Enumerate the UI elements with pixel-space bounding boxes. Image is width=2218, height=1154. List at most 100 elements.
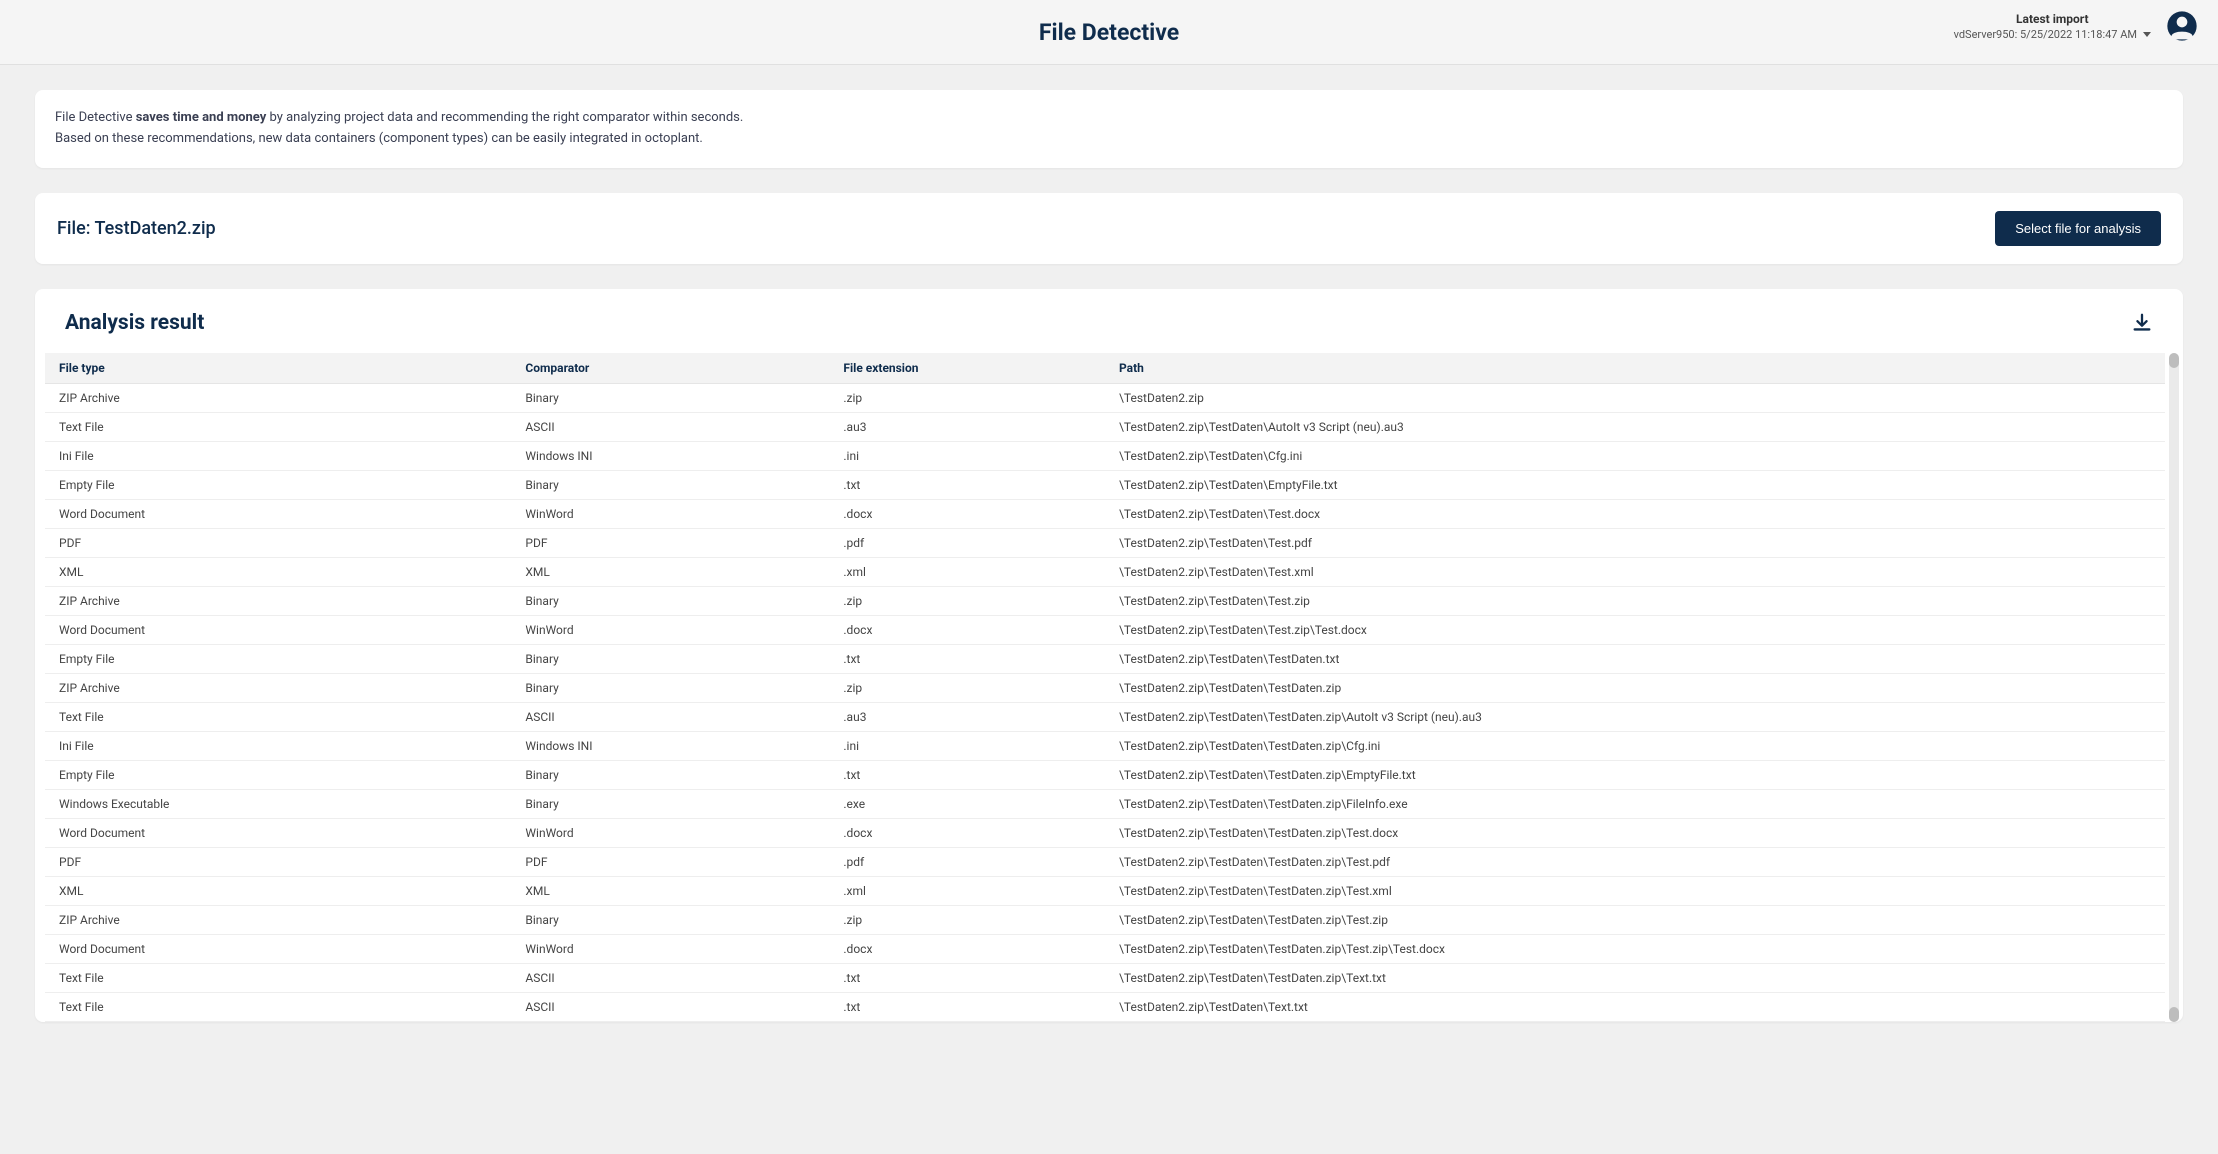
table-row[interactable]: XMLXML.xml\TestDaten2.zip\TestDaten\Test… — [45, 876, 2165, 905]
cell-file-extension: .pdf — [829, 847, 1105, 876]
file-card: File: TestDaten2.zip Select file for ana… — [35, 193, 2183, 264]
cell-comparator: ASCII — [511, 992, 829, 1021]
table-row[interactable]: ZIP ArchiveBinary.zip\TestDaten2.zip — [45, 383, 2165, 412]
import-info: Latest import vdServer950: 5/25/2022 11:… — [1954, 12, 2151, 41]
cell-file-extension: .xml — [829, 876, 1105, 905]
cell-comparator: ASCII — [511, 963, 829, 992]
cell-file-extension: .au3 — [829, 702, 1105, 731]
import-detail-text: vdServer950: 5/25/2022 11:18:47 AM — [1954, 28, 2137, 41]
cell-path: \TestDaten2.zip\TestDaten\TestDaten.zip\… — [1105, 789, 2165, 818]
cell-file-extension: .pdf — [829, 528, 1105, 557]
cell-file-extension: .docx — [829, 934, 1105, 963]
scrollbar-track[interactable] — [2169, 353, 2179, 1022]
cell-comparator: WinWord — [511, 615, 829, 644]
import-detail-dropdown[interactable]: vdServer950: 5/25/2022 11:18:47 AM — [1954, 28, 2151, 41]
cell-file-extension: .ini — [829, 731, 1105, 760]
import-label: Latest import — [1954, 12, 2151, 26]
table-row[interactable]: Word DocumentWinWord.docx\TestDaten2.zip… — [45, 934, 2165, 963]
cell-path: \TestDaten2.zip\TestDaten\TestDaten.zip\… — [1105, 847, 2165, 876]
cell-file-type: PDF — [45, 847, 511, 876]
table-row[interactable]: PDFPDF.pdf\TestDaten2.zip\TestDaten\Test… — [45, 847, 2165, 876]
table-row[interactable]: Ini FileWindows INI.ini\TestDaten2.zip\T… — [45, 731, 2165, 760]
cell-path: \TestDaten2.zip\TestDaten\TestDaten.zip\… — [1105, 702, 2165, 731]
cell-path: \TestDaten2.zip\TestDaten\TestDaten.zip\… — [1105, 818, 2165, 847]
cell-file-type: Text File — [45, 963, 511, 992]
cell-file-extension: .txt — [829, 963, 1105, 992]
cell-file-extension: .txt — [829, 992, 1105, 1021]
cell-comparator: WinWord — [511, 934, 829, 963]
cell-comparator: Binary — [511, 470, 829, 499]
cell-file-extension: .docx — [829, 818, 1105, 847]
table-wrap: File type Comparator File extension Path… — [45, 353, 2173, 1022]
table-row[interactable]: Text FileASCII.au3\TestDaten2.zip\TestDa… — [45, 412, 2165, 441]
result-title: Analysis result — [65, 311, 204, 335]
cell-file-extension: .exe — [829, 789, 1105, 818]
cell-path: \TestDaten2.zip\TestDaten\TestDaten.txt — [1105, 644, 2165, 673]
cell-comparator: ASCII — [511, 702, 829, 731]
scrollbar-thumb[interactable] — [2169, 1007, 2179, 1022]
cell-path: \TestDaten2.zip\TestDaten\TestDaten.zip\… — [1105, 760, 2165, 789]
cell-file-type: Word Document — [45, 499, 511, 528]
cell-file-type: Empty File — [45, 470, 511, 499]
cell-comparator: Windows INI — [511, 441, 829, 470]
table-row[interactable]: Word DocumentWinWord.docx\TestDaten2.zip… — [45, 818, 2165, 847]
cell-path: \TestDaten2.zip\TestDaten\Test.xml — [1105, 557, 2165, 586]
table-row[interactable]: Ini FileWindows INI.ini\TestDaten2.zip\T… — [45, 441, 2165, 470]
cell-file-type: Empty File — [45, 760, 511, 789]
table-row[interactable]: ZIP ArchiveBinary.zip\TestDaten2.zip\Tes… — [45, 905, 2165, 934]
cell-path: \TestDaten2.zip\TestDaten\Test.docx — [1105, 499, 2165, 528]
table-row[interactable]: Text FileASCII.au3\TestDaten2.zip\TestDa… — [45, 702, 2165, 731]
table-row[interactable]: Word DocumentWinWord.docx\TestDaten2.zip… — [45, 615, 2165, 644]
cell-comparator: Binary — [511, 586, 829, 615]
col-header-path[interactable]: Path — [1105, 353, 2165, 384]
intro-line1: File Detective saves time and money by a… — [55, 108, 2163, 129]
cell-comparator: WinWord — [511, 499, 829, 528]
cell-file-type: ZIP Archive — [45, 673, 511, 702]
cell-comparator: PDF — [511, 847, 829, 876]
cell-path: \TestDaten2.zip\TestDaten\TestDaten.zip — [1105, 673, 2165, 702]
intro-prefix: File Detective — [55, 110, 136, 125]
col-header-file-type[interactable]: File type — [45, 353, 511, 384]
cell-file-extension: .zip — [829, 673, 1105, 702]
cell-comparator: Binary — [511, 383, 829, 412]
table-row[interactable]: Text FileASCII.txt\TestDaten2.zip\TestDa… — [45, 992, 2165, 1021]
cell-file-extension: .zip — [829, 586, 1105, 615]
table-row[interactable]: Empty FileBinary.txt\TestDaten2.zip\Test… — [45, 644, 2165, 673]
cell-file-extension: .txt — [829, 760, 1105, 789]
cell-file-extension: .zip — [829, 905, 1105, 934]
table-row[interactable]: ZIP ArchiveBinary.zip\TestDaten2.zip\Tes… — [45, 586, 2165, 615]
cell-path: \TestDaten2.zip\TestDaten\TestDaten.zip\… — [1105, 934, 2165, 963]
cell-file-type: Word Document — [45, 934, 511, 963]
cell-file-extension: .docx — [829, 615, 1105, 644]
user-avatar-icon[interactable] — [2166, 10, 2198, 42]
cell-file-extension: .zip — [829, 383, 1105, 412]
cell-comparator: Binary — [511, 905, 829, 934]
table-row[interactable]: ZIP ArchiveBinary.zip\TestDaten2.zip\Tes… — [45, 673, 2165, 702]
header-right: Latest import vdServer950: 5/25/2022 11:… — [1954, 10, 2198, 42]
table-row[interactable]: Word DocumentWinWord.docx\TestDaten2.zip… — [45, 499, 2165, 528]
table-row[interactable]: PDFPDF.pdf\TestDaten2.zip\TestDaten\Test… — [45, 528, 2165, 557]
cell-path: \TestDaten2.zip\TestDaten\TestDaten.zip\… — [1105, 905, 2165, 934]
table-row[interactable]: Text FileASCII.txt\TestDaten2.zip\TestDa… — [45, 963, 2165, 992]
table-row[interactable]: XMLXML.xml\TestDaten2.zip\TestDaten\Test… — [45, 557, 2165, 586]
select-file-button[interactable]: Select file for analysis — [1995, 211, 2161, 246]
scrollbar-thumb[interactable] — [2169, 353, 2179, 368]
app-title: File Detective — [1039, 19, 1179, 46]
cell-comparator: Binary — [511, 644, 829, 673]
cell-comparator: XML — [511, 557, 829, 586]
cell-file-type: Ini File — [45, 731, 511, 760]
intro-line2: Based on these recommendations, new data… — [55, 129, 2163, 150]
chevron-down-icon — [2143, 32, 2151, 37]
table-row[interactable]: Windows ExecutableBinary.exe\TestDaten2.… — [45, 789, 2165, 818]
col-header-file-extension[interactable]: File extension — [829, 353, 1105, 384]
download-icon[interactable] — [2131, 312, 2153, 334]
cell-file-extension: .xml — [829, 557, 1105, 586]
cell-file-extension: .ini — [829, 441, 1105, 470]
cell-file-type: Windows Executable — [45, 789, 511, 818]
cell-comparator: Binary — [511, 760, 829, 789]
table-row[interactable]: Empty FileBinary.txt\TestDaten2.zip\Test… — [45, 470, 2165, 499]
cell-path: \TestDaten2.zip\TestDaten\Test.pdf — [1105, 528, 2165, 557]
cell-path: \TestDaten2.zip\TestDaten\AutoIt v3 Scri… — [1105, 412, 2165, 441]
col-header-comparator[interactable]: Comparator — [511, 353, 829, 384]
table-row[interactable]: Empty FileBinary.txt\TestDaten2.zip\Test… — [45, 760, 2165, 789]
